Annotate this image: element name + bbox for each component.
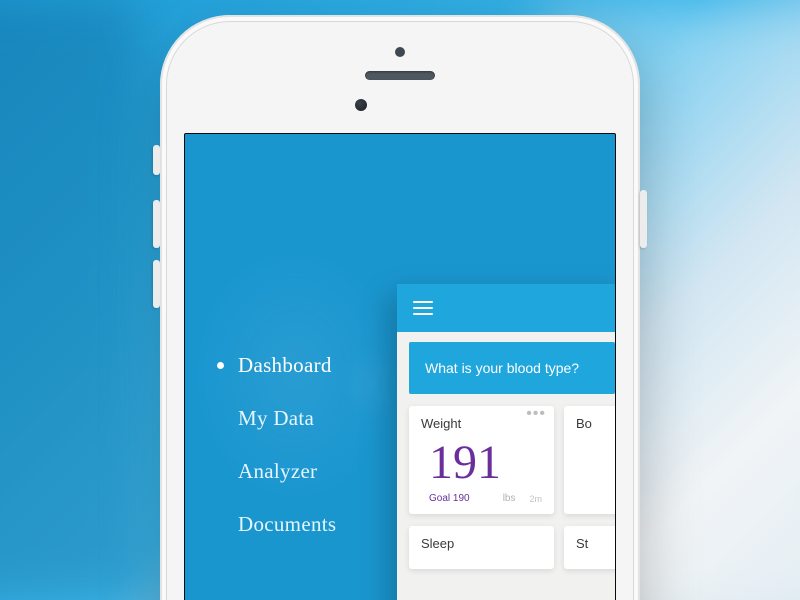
phone-volume-up: [153, 200, 160, 248]
menu-item-analyzer[interactable]: Analyzer: [217, 445, 427, 498]
phone-screen: Dashboard My Data Analyzer Documents: [184, 133, 616, 600]
phone-mute-switch: [153, 145, 160, 175]
phone-volume-down: [153, 260, 160, 308]
proximity-sensor: [395, 47, 405, 57]
question-banner[interactable]: What is your blood type?: [409, 342, 615, 394]
cards-row-2: Sleep St: [397, 526, 616, 581]
active-indicator-icon: [217, 362, 224, 369]
card-goal: Goal 190: [429, 493, 470, 504]
card-body[interactable]: ••• Bo: [564, 406, 616, 514]
menu-item-label: Analyzer: [238, 459, 317, 484]
card-title: Sleep: [421, 536, 542, 551]
bullet-icon: [217, 521, 224, 528]
menu-item-label: My Data: [238, 406, 314, 431]
app-panel: What is your blood type? ••• Weight 191 …: [397, 284, 616, 600]
cards-row-1: ••• Weight 191 Goal 190 lbs 2m ••• Bo: [397, 402, 616, 526]
front-camera: [355, 99, 367, 111]
menu-item-label: Documents: [238, 512, 336, 537]
phone-power-button: [640, 190, 647, 248]
menu-item-dashboard[interactable]: Dashboard: [217, 339, 427, 392]
card-sleep[interactable]: Sleep: [409, 526, 554, 569]
card-time-ago: 2m: [529, 494, 542, 504]
card-weight[interactable]: ••• Weight 191 Goal 190 lbs 2m: [409, 406, 554, 514]
menu-item-documents[interactable]: Documents: [217, 498, 427, 551]
more-icon[interactable]: •••: [526, 412, 546, 416]
card-title: Bo: [576, 416, 616, 431]
card-unit: lbs: [503, 493, 516, 504]
side-menu: Dashboard My Data Analyzer Documents: [217, 339, 427, 551]
card-title: St: [576, 536, 616, 551]
app-top-bar: [397, 284, 616, 332]
bullet-icon: [217, 415, 224, 422]
card-footer: Goal 190 lbs 2m: [429, 493, 542, 504]
card-steps[interactable]: St: [564, 526, 616, 569]
card-title: Weight: [421, 416, 542, 431]
earpiece: [365, 71, 435, 80]
menu-item-label: Dashboard: [238, 353, 332, 378]
menu-item-my-data[interactable]: My Data: [217, 392, 427, 445]
phone-device-frame: Dashboard My Data Analyzer Documents: [160, 15, 640, 600]
card-value: 191: [429, 439, 542, 487]
menu-icon[interactable]: [413, 301, 433, 315]
banner-text: What is your blood type?: [425, 360, 579, 376]
bullet-icon: [217, 468, 224, 475]
